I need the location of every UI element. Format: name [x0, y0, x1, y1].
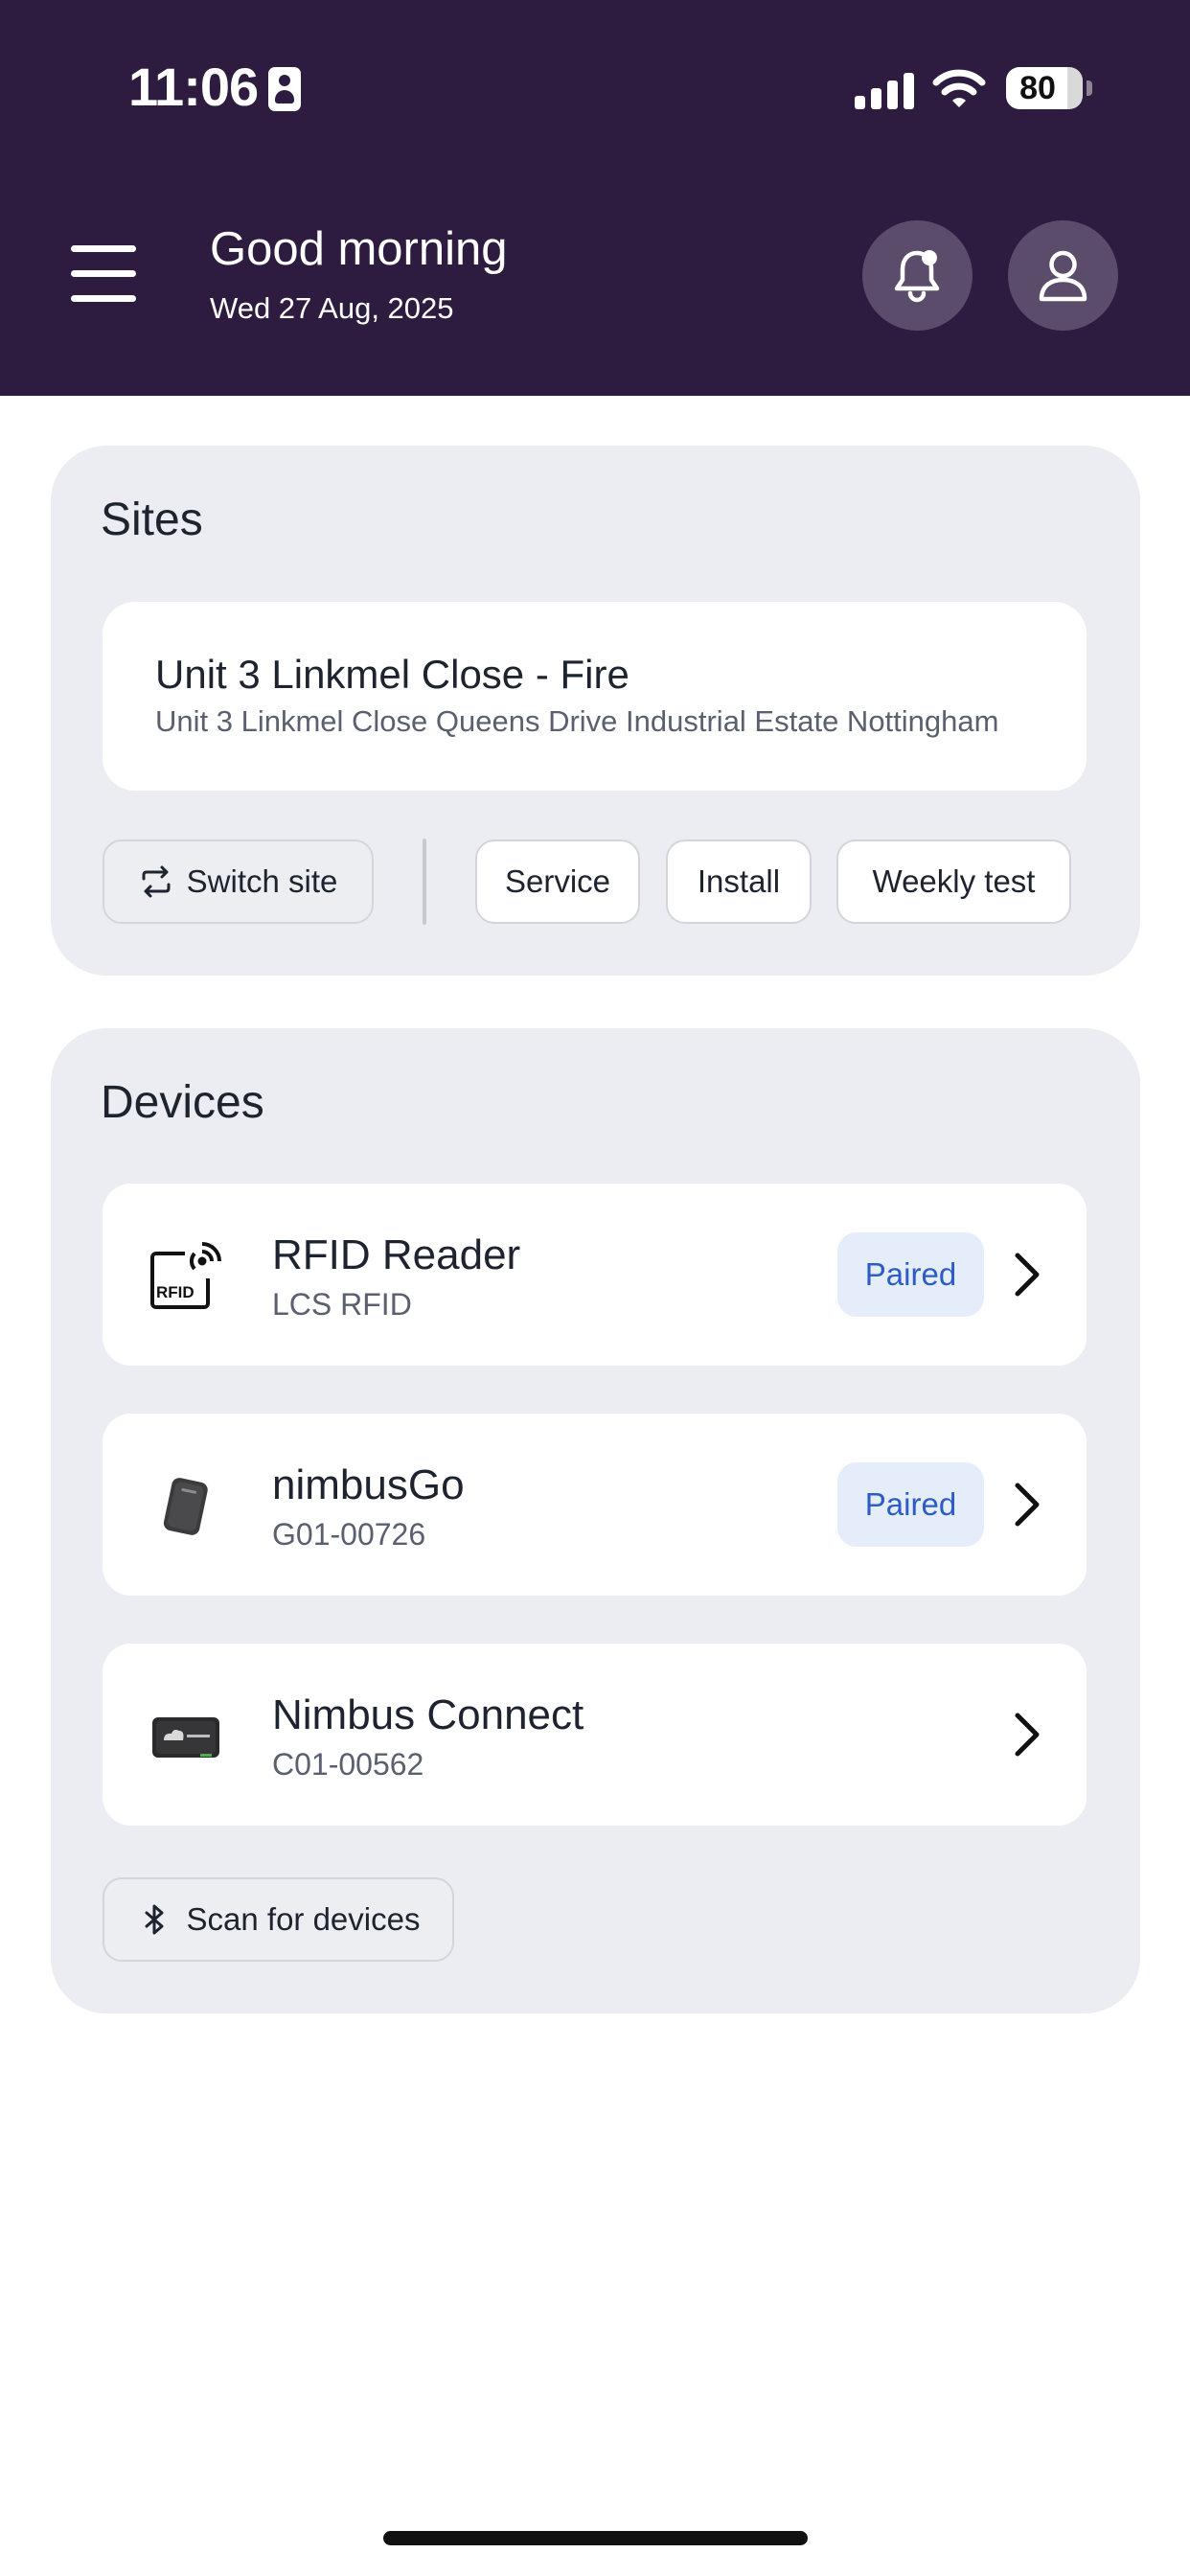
notifications-button[interactable] [862, 220, 973, 331]
battery-percentage: 80 [1019, 70, 1056, 106]
battery-icon: 80 [1006, 67, 1083, 109]
status-time: 11:06 [128, 57, 259, 117]
contact-card-icon [268, 67, 301, 111]
paired-status-badge: Paired [837, 1232, 984, 1317]
nimbus-connect-device-icon [152, 1717, 219, 1758]
hamburger-menu-icon[interactable] [71, 245, 138, 303]
device-row-rfid-reader[interactable]: RFID RFID Reader LCS RFID Paired [103, 1184, 1087, 1366]
current-site-card[interactable]: Unit 3 Linkmel Close - Fire Unit 3 Linkm… [103, 602, 1087, 791]
device-id: G01-00726 [272, 1517, 426, 1552]
service-label: Service [504, 863, 611, 899]
service-button[interactable]: Service [475, 840, 640, 924]
svg-text:RFID: RFID [156, 1283, 195, 1301]
app-header: 11:06 80 Good morning Wed 27 Aug, 2025 [0, 0, 1190, 396]
swap-arrows-icon [142, 865, 171, 898]
sites-title: Sites [101, 494, 203, 545]
device-row-nimbus-connect[interactable]: Nimbus Connect C01-00562 [103, 1644, 1087, 1826]
wifi-icon [932, 69, 986, 107]
nimbusgo-device-icon [163, 1478, 208, 1535]
switch-site-label: Switch site [186, 863, 338, 899]
greeting-title: Good morning [210, 223, 508, 275]
switch-site-button[interactable]: Switch site [103, 840, 374, 924]
sites-card: Sites Unit 3 Linkmel Close - Fire Unit 3… [51, 446, 1140, 976]
chevron-right-icon [1015, 1483, 1040, 1527]
device-row-nimbusgo[interactable]: nimbusGo G01-00726 Paired [103, 1414, 1087, 1596]
weekly-test-button[interactable]: Weekly test [836, 840, 1071, 924]
cellular-signal-icon [855, 71, 916, 109]
device-id: C01-00562 [272, 1747, 424, 1782]
user-profile-icon [1039, 250, 1087, 302]
rfid-reader-icon: RFID [150, 1242, 221, 1309]
scan-for-devices-label: Scan for devices [186, 1901, 421, 1937]
home-indicator[interactable] [383, 2531, 808, 2545]
bell-notification-icon [894, 250, 940, 303]
bluetooth-icon [145, 1904, 164, 1935]
actions-divider [423, 839, 426, 925]
paired-status-badge: Paired [837, 1462, 984, 1547]
battery-cap [1087, 80, 1092, 96]
profile-button[interactable] [1008, 220, 1118, 331]
current-date: Wed 27 Aug, 2025 [210, 291, 454, 325]
devices-card: Devices RFID RFID Reader LCS RFID Paired [51, 1028, 1140, 2013]
device-name: RFID Reader [272, 1231, 521, 1278]
device-name: Nimbus Connect [272, 1691, 584, 1738]
install-button[interactable]: Install [666, 840, 812, 924]
weekly-test-label: Weekly test [872, 863, 1036, 899]
device-name: nimbusGo [272, 1461, 465, 1508]
devices-title: Devices [101, 1077, 264, 1128]
install-label: Install [697, 863, 781, 899]
chevron-right-icon [1015, 1253, 1040, 1297]
device-id: LCS RFID [272, 1287, 412, 1322]
site-address: Unit 3 Linkmel Close Queens Drive Indust… [155, 704, 999, 738]
site-name: Unit 3 Linkmel Close - Fire [155, 652, 629, 697]
chevron-right-icon [1015, 1713, 1040, 1757]
scan-for-devices-button[interactable]: Scan for devices [103, 1877, 454, 1962]
